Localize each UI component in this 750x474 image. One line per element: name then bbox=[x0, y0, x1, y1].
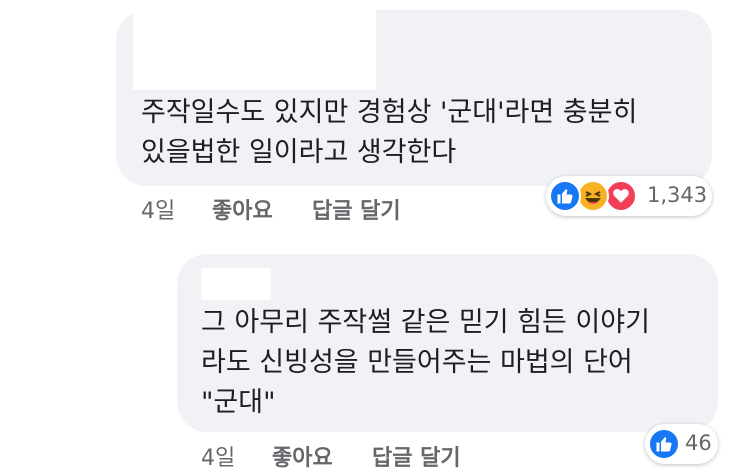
comment-text: 주작일수도 있지만 경험상 '군대'라면 충분히 있을법한 일이라고 생각한다 bbox=[141, 93, 637, 173]
comment-text-line: 그 아무리 주작썰 같은 믿기 힘든 이야기 bbox=[201, 307, 650, 338]
like-button[interactable]: 좋아요 bbox=[212, 193, 273, 225]
reply-button[interactable]: 답글 달기 bbox=[372, 440, 461, 472]
redacted-author-name bbox=[133, 10, 376, 90]
comment-text-line: 있을법한 일이라고 생각한다 bbox=[141, 137, 457, 168]
reaction-count: 1,343 bbox=[647, 183, 708, 207]
haha-reaction-icon bbox=[577, 180, 609, 212]
like-reaction-icon bbox=[549, 180, 581, 212]
comment-actions: 4일 좋아요 답글 달기 bbox=[0, 193, 520, 225]
comment-timestamp[interactable]: 4일 bbox=[141, 193, 175, 225]
reply-button[interactable]: 답글 달기 bbox=[312, 193, 401, 225]
comment-text-line: 주작일수도 있지만 경험상 '군대'라면 충분히 bbox=[141, 97, 638, 128]
comment-timestamp[interactable]: 4일 bbox=[201, 440, 235, 472]
reaction-count: 46 bbox=[685, 431, 712, 455]
like-button[interactable]: 좋아요 bbox=[272, 440, 333, 472]
comment-text-line: "군대" bbox=[201, 387, 276, 418]
comment-text-line: 라도 신빙성을 만들어주는 마법의 단어 bbox=[201, 347, 633, 378]
redacted-author-name bbox=[201, 268, 271, 300]
comment-actions: 4일 좋아요 답글 달기 bbox=[0, 440, 520, 472]
comment-text: 그 아무리 주작썰 같은 믿기 힘든 이야기 라도 신빙성을 만들어주는 마법의… bbox=[201, 303, 650, 423]
reaction-summary[interactable]: 46 bbox=[645, 424, 718, 464]
reaction-summary[interactable]: 1,343 bbox=[546, 176, 712, 216]
love-reaction-icon bbox=[605, 180, 637, 212]
like-reaction-icon bbox=[648, 428, 680, 460]
